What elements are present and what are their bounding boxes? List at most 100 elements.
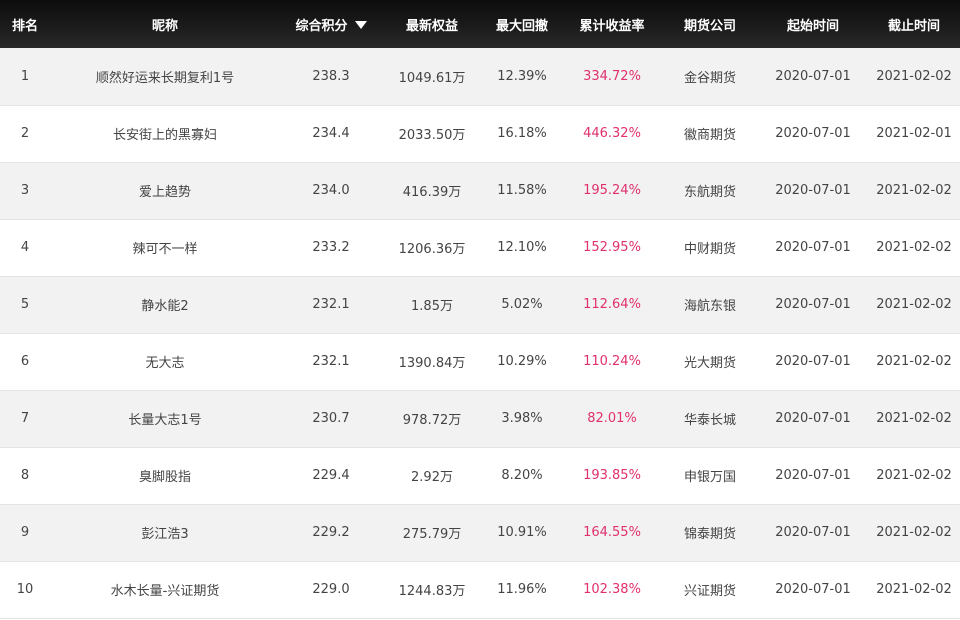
cell-score: 232.1: [280, 333, 382, 391]
cell-end: 2021-02-01: [868, 105, 960, 163]
cell-nickname[interactable]: 无大志: [50, 333, 280, 391]
cell-drawdown: 16.18%: [482, 105, 562, 163]
cell-start: 2020-07-01: [758, 276, 868, 334]
cell-equity: 2.92万: [382, 447, 482, 505]
table-row: 10 水木长量-兴证期货 229.0 1244.83万 11.96% 102.3…: [0, 561, 960, 619]
cell-nickname[interactable]: 长安街上的黑寡妇: [50, 105, 280, 163]
header-row: 排名 昵称 综合积分 最新权益 最大回撤 累计收益率 期货公司 起始时间 截止时…: [0, 0, 960, 48]
col-header-company-label: 期货公司: [683, 18, 736, 34]
col-header-rank-label: 排名: [11, 18, 38, 34]
col-header-nickname: 昵称: [50, 0, 280, 48]
cell-drawdown: 12.10%: [482, 219, 562, 277]
cell-rank: 7: [0, 390, 50, 448]
cell-score: 234.4: [280, 105, 382, 163]
ranking-table: 排名 昵称 综合积分 最新权益 最大回撤 累计收益率 期货公司 起始时间 截止时…: [0, 0, 960, 619]
cell-rank: 8: [0, 447, 50, 505]
cell-equity: 275.79万: [382, 504, 482, 562]
cell-equity: 1206.36万: [382, 219, 482, 277]
table-body: 1 顺然好运来长期复利1号 238.3 1049.61万 12.39% 334.…: [0, 48, 960, 619]
table-row: 4 辣可不一样 233.2 1206.36万 12.10% 152.95% 中财…: [0, 219, 960, 277]
col-header-score[interactable]: 综合积分: [280, 0, 382, 48]
cell-nickname[interactable]: 水木长量-兴证期货: [50, 561, 280, 619]
col-header-equity: 最新权益: [382, 0, 482, 48]
cell-score: 229.4: [280, 447, 382, 505]
cell-start: 2020-07-01: [758, 561, 868, 619]
cell-yield: 112.64%: [562, 276, 662, 334]
cell-rank: 5: [0, 276, 50, 334]
cell-start: 2020-07-01: [758, 48, 868, 106]
cell-nickname[interactable]: 顺然好运来长期复利1号: [50, 48, 280, 106]
cell-yield: 102.38%: [562, 561, 662, 619]
cell-end: 2021-02-02: [868, 48, 960, 106]
cell-company: 兴证期货: [662, 561, 758, 619]
cell-equity: 1390.84万: [382, 333, 482, 391]
cell-yield: 164.55%: [562, 504, 662, 562]
col-header-equity-label: 最新权益: [405, 18, 458, 34]
cell-nickname[interactable]: 辣可不一样: [50, 219, 280, 277]
cell-start: 2020-07-01: [758, 333, 868, 391]
cell-yield: 446.32%: [562, 105, 662, 163]
table-row: 3 爱上趋势 234.0 416.39万 11.58% 195.24% 东航期货…: [0, 162, 960, 220]
col-header-nickname-label: 昵称: [151, 18, 178, 34]
cell-nickname[interactable]: 长量大志1号: [50, 390, 280, 448]
cell-equity: 1.85万: [382, 276, 482, 334]
cell-start: 2020-07-01: [758, 447, 868, 505]
col-header-end-label: 截止时间: [887, 18, 940, 34]
cell-start: 2020-07-01: [758, 219, 868, 277]
cell-company: 锦泰期货: [662, 504, 758, 562]
cell-drawdown: 11.58%: [482, 162, 562, 220]
table-row: 6 无大志 232.1 1390.84万 10.29% 110.24% 光大期货…: [0, 333, 960, 391]
cell-drawdown: 11.96%: [482, 561, 562, 619]
cell-rank: 9: [0, 504, 50, 562]
table-header: 排名 昵称 综合积分 最新权益 最大回撤 累计收益率 期货公司 起始时间 截止时…: [0, 0, 960, 48]
cell-score: 233.2: [280, 219, 382, 277]
col-header-start-label: 起始时间: [786, 18, 839, 34]
col-header-score-label[interactable]: 综合积分: [295, 19, 347, 34]
table-row: 5 静水能2 232.1 1.85万 5.02% 112.64% 海航东银 20…: [0, 276, 960, 334]
cell-rank: 4: [0, 219, 50, 277]
cell-nickname[interactable]: 静水能2: [50, 276, 280, 334]
cell-end: 2021-02-02: [868, 162, 960, 220]
cell-score: 234.0: [280, 162, 382, 220]
cell-company: 中财期货: [662, 219, 758, 277]
cell-company: 东航期货: [662, 162, 758, 220]
cell-yield: 193.85%: [562, 447, 662, 505]
cell-equity: 416.39万: [382, 162, 482, 220]
col-header-rank: 排名: [0, 0, 50, 48]
cell-nickname[interactable]: 爱上趋势: [50, 162, 280, 220]
cell-yield: 334.72%: [562, 48, 662, 106]
cell-rank: 1: [0, 48, 50, 106]
cell-equity: 2033.50万: [382, 105, 482, 163]
table-row: 1 顺然好运来长期复利1号 238.3 1049.61万 12.39% 334.…: [0, 48, 960, 106]
cell-score: 229.0: [280, 561, 382, 619]
cell-yield: 82.01%: [562, 390, 662, 448]
cell-nickname[interactable]: 臭脚股指: [50, 447, 280, 505]
cell-end: 2021-02-02: [868, 390, 960, 448]
cell-rank: 10: [0, 561, 50, 619]
sort-desc-icon[interactable]: [354, 21, 367, 29]
cell-yield: 152.95%: [562, 219, 662, 277]
cell-start: 2020-07-01: [758, 504, 868, 562]
col-header-drawdown-label: 最大回撤: [495, 18, 548, 34]
col-header-start: 起始时间: [758, 0, 868, 48]
cell-drawdown: 12.39%: [482, 48, 562, 106]
col-header-end: 截止时间: [868, 0, 960, 48]
cell-equity: 978.72万: [382, 390, 482, 448]
cell-nickname[interactable]: 彭江浩3: [50, 504, 280, 562]
cell-yield: 195.24%: [562, 162, 662, 220]
cell-drawdown: 5.02%: [482, 276, 562, 334]
col-header-yield: 累计收益率: [562, 0, 662, 48]
table-row: 8 臭脚股指 229.4 2.92万 8.20% 193.85% 申银万国 20…: [0, 447, 960, 505]
cell-end: 2021-02-02: [868, 504, 960, 562]
col-header-drawdown: 最大回撤: [482, 0, 562, 48]
cell-yield: 110.24%: [562, 333, 662, 391]
table-row: 2 长安街上的黑寡妇 234.4 2033.50万 16.18% 446.32%…: [0, 105, 960, 163]
cell-equity: 1244.83万: [382, 561, 482, 619]
cell-end: 2021-02-02: [868, 447, 960, 505]
cell-drawdown: 8.20%: [482, 447, 562, 505]
cell-drawdown: 3.98%: [482, 390, 562, 448]
col-header-yield-label: 累计收益率: [579, 18, 645, 34]
cell-end: 2021-02-02: [868, 561, 960, 619]
cell-rank: 2: [0, 105, 50, 163]
cell-end: 2021-02-02: [868, 219, 960, 277]
